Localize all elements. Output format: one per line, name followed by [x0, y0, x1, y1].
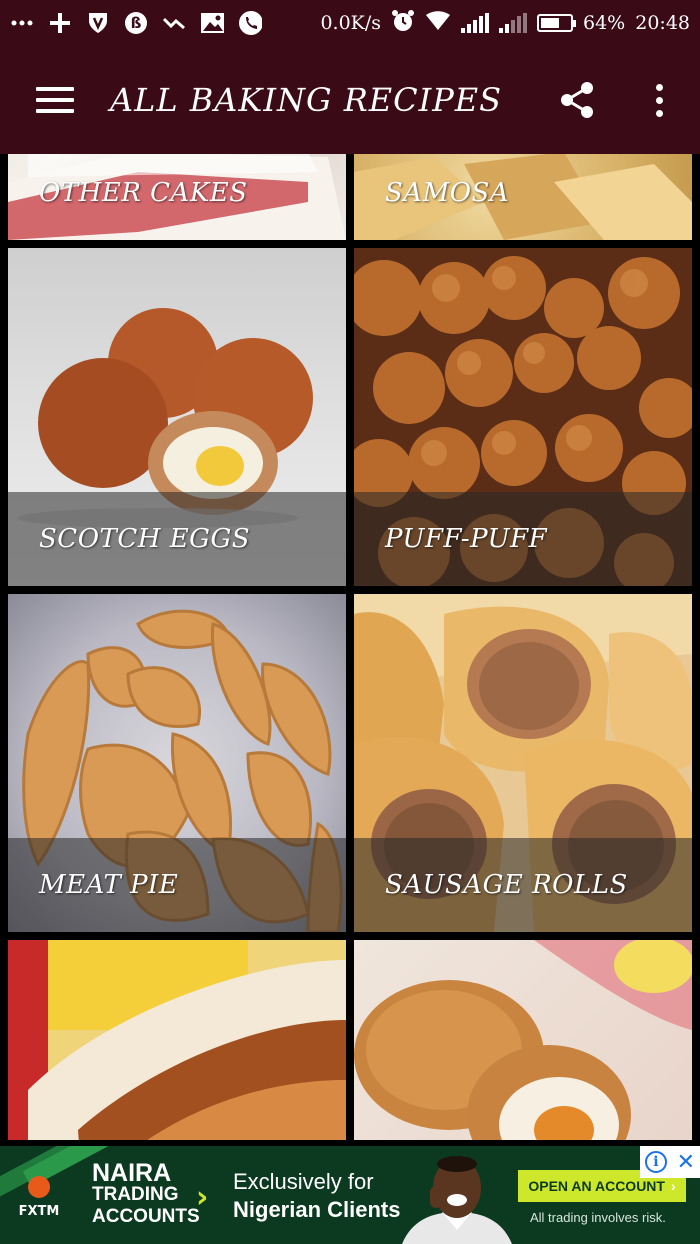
ad-tagline-2: Nigerian Clients — [233, 1197, 401, 1222]
recipe-photo — [8, 940, 346, 1140]
ad-disclaimer: All trading involves risk. — [530, 1210, 666, 1225]
info-icon[interactable]: i — [644, 1151, 667, 1173]
recipe-label: MEAT PIE — [39, 870, 179, 900]
network-speed: 0.0K/s — [320, 12, 381, 34]
status-bar: ß 0.0K/s 64% 20:48 — [0, 0, 700, 46]
recipe-tile-puff-puff[interactable]: PUFF-PUFF — [354, 248, 692, 586]
ad-brand: FXTM — [18, 1204, 60, 1219]
ad-headline-2: TRADING — [92, 1184, 179, 1205]
alarm-icon — [391, 9, 415, 38]
hamburger-menu-icon — [36, 87, 74, 113]
vpn-shield-icon — [86, 11, 110, 35]
recipe-tile-sausage-rolls[interactable]: SAUSAGE ROLLS — [354, 594, 692, 932]
chevron-right-icon: › — [670, 1178, 676, 1194]
recipe-grid: OTHER CAKES SAMOSA SCOTCH EGGS PUFF-PUFF… — [0, 154, 700, 1140]
ad-headline: NAIRA TRADING ACCOUNTS — [92, 1159, 200, 1228]
ad-choices[interactable]: i ✕ — [640, 1146, 700, 1178]
ad-headline-1: NAIRA — [92, 1159, 172, 1187]
signal-icon — [461, 13, 489, 33]
share-button[interactable] — [536, 46, 618, 154]
recipe-label: OTHER CAKES — [39, 178, 248, 208]
basketball-icon — [28, 1176, 50, 1198]
b-icon: ß — [124, 11, 148, 35]
close-icon[interactable]: ✕ — [677, 1150, 695, 1175]
recipe-label: PUFF-PUFF — [385, 524, 548, 554]
system-status: 0.0K/s 64% 20:48 — [320, 9, 690, 38]
share-icon — [561, 82, 593, 118]
wifi-icon — [425, 10, 451, 36]
ad-brand-logo: FXTM — [10, 1176, 68, 1219]
battery-percent: 64% — [583, 12, 626, 34]
svg-text:ß: ß — [131, 14, 142, 32]
plus-icon — [48, 11, 72, 35]
recipe-tile-hot-dog[interactable] — [8, 940, 346, 1140]
check-icon — [162, 11, 186, 35]
ad-banner[interactable]: FXTM NAIRA TRADING ACCOUNTS › Exclusivel… — [0, 1146, 700, 1244]
recipe-tile-scotch-eggs[interactable]: SCOTCH EGGS — [8, 248, 346, 586]
signal-icon-2 — [499, 13, 527, 33]
phone-icon — [238, 11, 262, 35]
recipe-tile-meat-pie[interactable]: MEAT PIE — [8, 594, 346, 932]
chevron-right-icon: › — [196, 1180, 209, 1215]
ad-tagline: Exclusively for Nigerian Clients — [233, 1168, 400, 1224]
recipe-label: SAMOSA — [385, 178, 510, 208]
more-options-button[interactable] — [618, 46, 700, 154]
recipe-tile-egg-roll[interactable] — [354, 940, 692, 1140]
image-icon — [200, 11, 224, 35]
recipe-label: SCOTCH EGGS — [39, 524, 251, 554]
notification-icons: ß — [10, 11, 262, 35]
recipe-photo — [354, 940, 692, 1140]
recipe-tile-samosa[interactable]: SAMOSA — [354, 154, 692, 240]
app-bar: ALL BAKING RECIPES — [0, 46, 700, 154]
menu-button[interactable] — [0, 46, 110, 154]
recipe-tile-other-cakes[interactable]: OTHER CAKES — [8, 154, 346, 240]
ad-headline-3: ACCOUNTS — [92, 1206, 200, 1227]
open-account-label: OPEN AN ACCOUNT — [528, 1178, 665, 1194]
more-vert-icon — [655, 83, 663, 117]
clock: 20:48 — [635, 12, 690, 34]
more-notifications-icon — [10, 11, 34, 35]
ad-person-image — [402, 1156, 512, 1244]
ad-tagline-1: Exclusively for — [233, 1169, 374, 1194]
battery-icon — [537, 14, 576, 32]
recipe-label: SAUSAGE ROLLS — [385, 870, 628, 900]
app-title: ALL BAKING RECIPES — [110, 81, 503, 119]
